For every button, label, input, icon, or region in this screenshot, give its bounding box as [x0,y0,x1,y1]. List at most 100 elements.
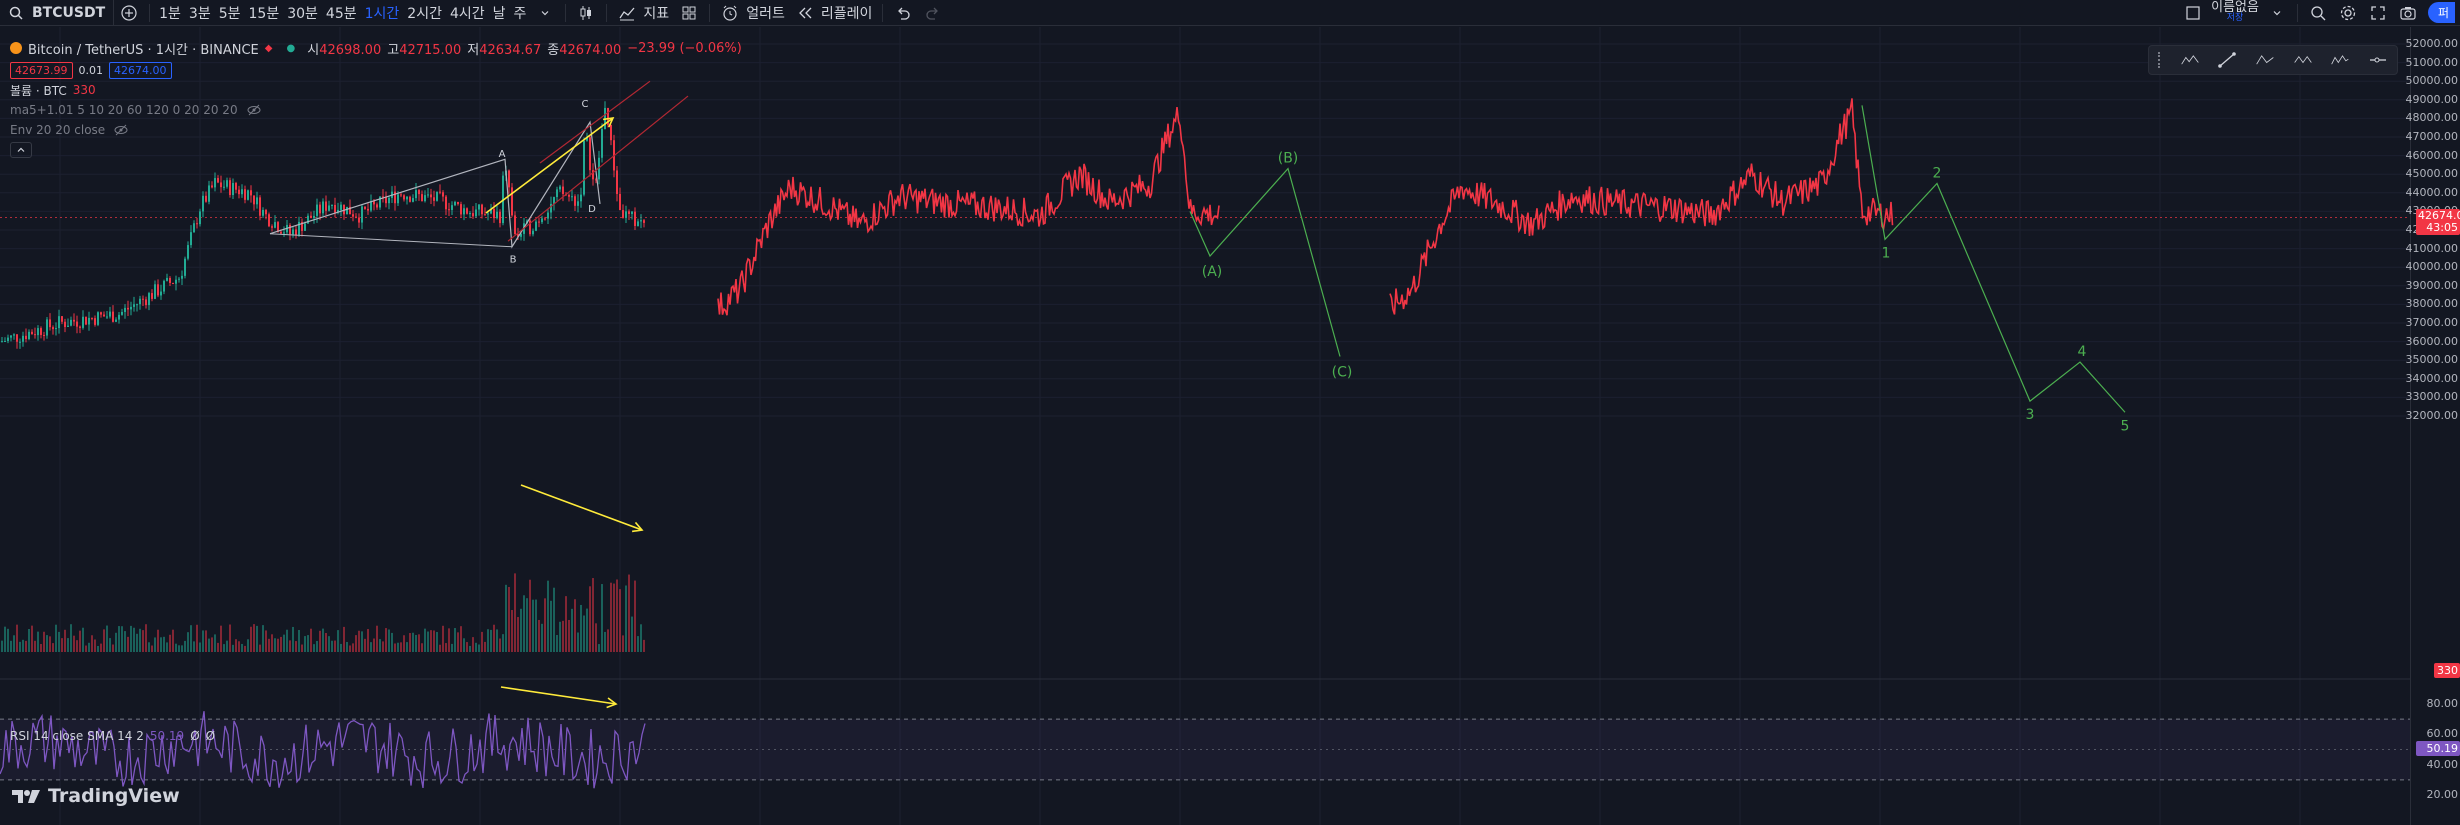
price-candle [154,284,156,299]
sell-price-button[interactable]: 42673.99 [10,61,73,79]
wxy-pattern-icon[interactable] [2330,50,2350,70]
interval-option[interactable]: 3분 [185,0,215,26]
templates-button[interactable] [674,0,704,26]
trend-line-icon[interactable] [2217,50,2237,70]
tradingview-logo[interactable]: TradingView [12,785,180,807]
volume-bar [34,640,36,652]
volume-bar [37,631,39,652]
quick-search-button[interactable] [2303,0,2333,26]
drag-handle[interactable] [2157,52,2162,68]
snapshot-button[interactable] [2393,0,2423,26]
interval-option[interactable]: 1분 [155,0,185,26]
search-icon [6,3,26,23]
price-candle [637,221,639,226]
volume-bar [151,645,153,652]
eye-off-icon[interactable] [111,120,131,140]
volume-legend[interactable]: 볼륨 · BTC 330 [10,80,742,100]
flag-icon[interactable]: ◆ [265,43,273,54]
pattern-label: B [510,255,517,266]
redo-icon [923,3,943,23]
rsi-tick-label: 80.00 [2426,697,2459,710]
price-candle [19,341,21,343]
price-candle [121,311,123,315]
volume-bar [262,625,264,652]
chart-type-button[interactable] [571,0,601,26]
settings-button[interactable] [2333,0,2363,26]
interval-option[interactable]: 15분 [245,0,284,26]
volume-bar [583,615,585,652]
price-candle [541,218,543,223]
spread-value: 0.01 [78,63,104,77]
elliott-wave-icon[interactable] [2180,50,2200,70]
volume-bar [412,632,414,652]
fullscreen-icon [2368,3,2388,23]
buy-price-button[interactable]: 42674.00 [109,61,172,79]
price-candle [265,209,267,215]
abc-pattern-icon[interactable] [2255,50,2275,70]
volume-bar [337,630,339,652]
impulse-wave-path [1861,105,2126,413]
volume-bar [553,587,555,652]
interval-dropdown[interactable] [530,0,560,26]
volume-bar [307,635,309,652]
price-candle [109,311,111,317]
collapse-legend-button[interactable] [10,142,32,158]
price-candle [487,213,489,215]
eye-off-icon[interactable] [244,100,264,120]
interval-option[interactable]: 5분 [215,0,245,26]
replay-button[interactable]: 리플레이 [790,0,878,26]
wave-pattern-icon[interactable] [2293,50,2313,70]
interval-option[interactable]: 날 [489,0,510,26]
volume-bar [634,580,636,652]
interval-option[interactable]: 2시간 [403,0,446,26]
price-candle [256,197,258,205]
volume-bar [235,639,237,652]
env-legend[interactable]: Env 20 20 close [10,120,742,140]
price-candle [622,210,624,218]
symbol-search[interactable]: BTCUSDT [0,0,115,26]
interval-option[interactable]: 45분 [322,0,361,26]
interval-option[interactable]: 4시간 [446,0,489,26]
price-candle [376,204,378,208]
rsi-legend[interactable]: RSI 14 close SMA 14 2 50.19 Ø Ø [10,729,215,743]
drawing-toolbar [2148,45,2398,75]
indicators-icon [617,3,637,23]
volume-bar [82,627,84,652]
ma-legend[interactable]: ma5+1.01 5 10 20 60 120 0 20 20 20 [10,100,742,120]
price-candle [292,229,294,235]
publish-button[interactable]: 퍼 [2423,0,2460,26]
layout-menu[interactable]: 이름없음 저장 [2178,0,2292,26]
price-tick-label: 32000.00 [2405,409,2459,422]
interval-option[interactable]: 주 [510,0,531,26]
compare-symbol-button[interactable] [114,0,144,26]
undo-button[interactable] [888,0,918,26]
price-tick-label: 34000.00 [2405,371,2459,385]
interval-option[interactable]: 1시간 [361,0,404,26]
price-candle [7,337,9,342]
horizontal-ray-icon[interactable] [2368,50,2388,70]
price-candle [229,180,231,196]
volume-bar [538,619,540,652]
volume-bar [295,641,297,652]
divergence-arrow [520,484,643,531]
price-candle [451,205,453,210]
series-title[interactable]: Bitcoin / TetherUS · 1시간 · BINANCE [28,39,259,58]
volume-bar [226,640,228,652]
bid-ask-row: 42673.99 0.01 42674.00 [10,60,742,80]
interval-option[interactable]: 30분 [283,0,322,26]
redo-button[interactable] [918,0,948,26]
indicators-button[interactable]: 지표 [612,0,674,26]
fullscreen-button[interactable] [2363,0,2393,26]
price-candle [106,316,108,318]
rewind-icon [795,3,815,23]
price-axis[interactable]: 52000.00 51000.00 50000.00 49000.00 48000.00… [2406,27,2460,825]
price-candle [247,190,249,200]
volume-bar [70,624,72,652]
alert-button[interactable]: 얼러트 [715,0,790,26]
price-candle [268,214,270,227]
price-tick-label: 48000.00 [2405,111,2459,125]
volume-bar [25,640,27,652]
price-candle [562,186,564,194]
volume-bar [565,596,567,652]
volume-bar [592,578,594,652]
